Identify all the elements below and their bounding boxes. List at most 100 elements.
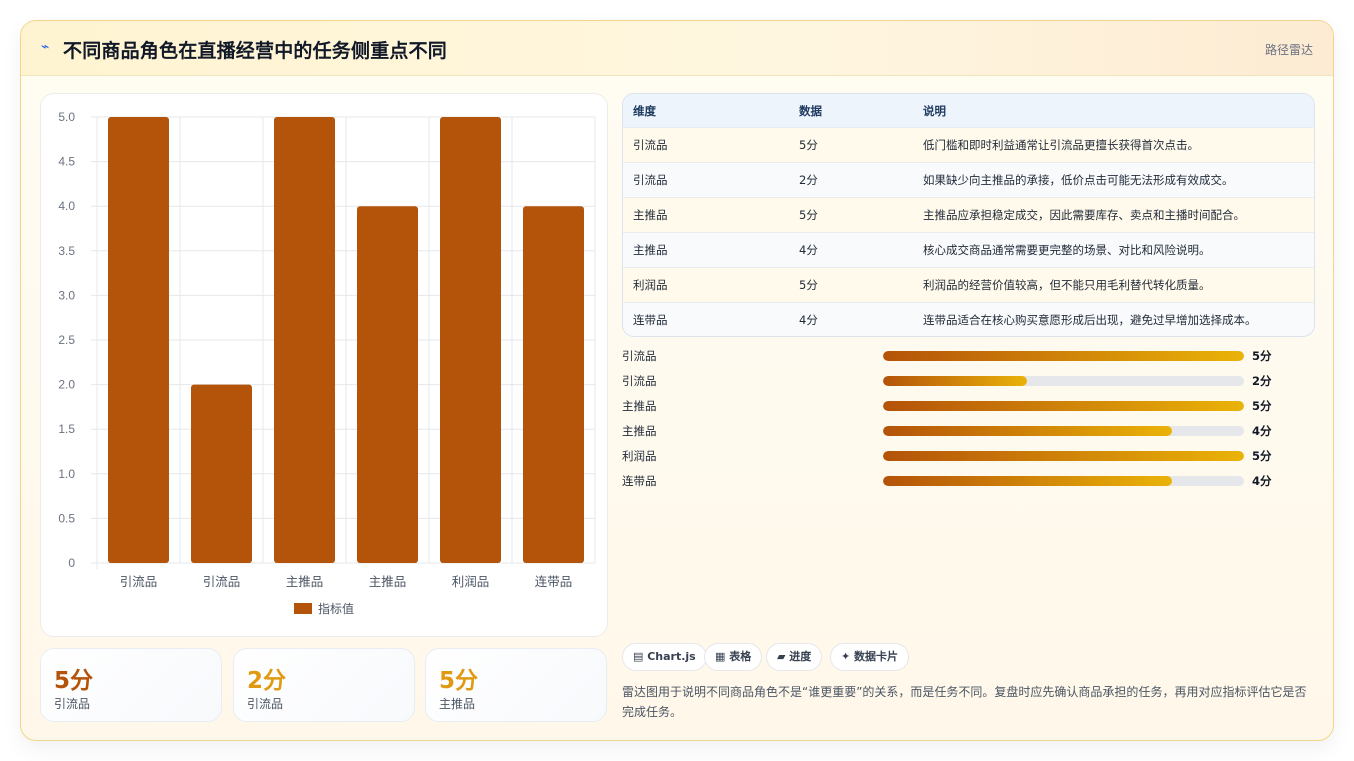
progress-value: 4分: [1252, 424, 1272, 438]
progress-label: 引流品: [622, 374, 657, 388]
progress-value: 4分: [1252, 474, 1272, 488]
progress-label: 引流品: [622, 349, 657, 363]
table-header-cell: 说明: [923, 103, 946, 118]
y-tick-label: 0.5: [58, 511, 75, 525]
stat-value: 5分: [54, 668, 94, 694]
progress-fill: [883, 376, 1028, 386]
progress-value: 2分: [1252, 374, 1272, 388]
y-tick-label: 5.0: [58, 110, 75, 124]
stat-card: 5分 引流品: [40, 648, 222, 722]
table-cell: 连带品适合在核心购买意愿形成后出现，避免过早增加选择成本。: [923, 313, 1257, 327]
table-row: 引流品 2分 如果缺少向主推品的承接，低价点击可能无法形成有效成交。: [623, 162, 1314, 197]
table-cell: 4分: [799, 243, 818, 257]
table-row: 引流品 5分 低门槛和即时利益通常让引流品更擅长获得首次点击。: [623, 127, 1314, 162]
y-tick-label: 3.5: [58, 244, 75, 258]
stat-label: 主推品: [439, 697, 476, 711]
progress-row: 主推品 5分: [622, 396, 1315, 416]
progress-row: 引流品 2分: [622, 371, 1315, 391]
bar: [274, 117, 335, 563]
table-cell: 2分: [799, 173, 818, 187]
bar: [523, 206, 584, 563]
stat-card: 5分 主推品: [425, 648, 607, 722]
card-header: ⌁ 不同商品角色在直播经营中的任务侧重点不同 路径雷达: [21, 21, 1333, 76]
bar: [440, 117, 501, 563]
progress-value: 5分: [1252, 399, 1272, 413]
bar-chart-panel: 0 0.5 1.0 1.5 2.0 2.5 3.0 3.5 4.0 4.5 5.0 引流品 引流品 主推品…: [40, 93, 608, 637]
bar: [357, 206, 418, 563]
x-tick-label: 引流品: [203, 574, 241, 589]
progress-track: [883, 401, 1244, 411]
table-cell: 如果缺少向主推品的承接，低价点击可能无法形成有效成交。: [923, 173, 1234, 187]
progress-fill: [883, 401, 1244, 411]
y-tick-label: 2.0: [58, 378, 75, 392]
y-tick-label: 0: [68, 556, 75, 570]
table-cell: 连带品: [633, 313, 668, 327]
y-tick-label: 1.0: [58, 467, 75, 481]
chip-progress[interactable]: ▰ 进度: [766, 643, 823, 671]
bar: [191, 384, 252, 563]
progress-label: 利润品: [622, 449, 657, 463]
x-tick-label: 主推品: [286, 574, 324, 589]
stat-card: 2分 引流品: [233, 648, 415, 722]
stat-value: 5分: [439, 668, 479, 694]
progress-row: 主推品 4分: [622, 421, 1315, 441]
chip-chartjs[interactable]: ▤ Chart.js: [622, 643, 707, 671]
table-cell: 引流品: [633, 138, 668, 152]
table-cell: 核心成交商品通常需要更完整的场景、对比和风险说明。: [923, 243, 1211, 257]
header-tag: 路径雷达: [1264, 43, 1313, 57]
chart-line-icon: ⌁: [41, 39, 50, 55]
bar-chart: 0 0.5 1.0 1.5 2.0 2.5 3.0 3.5 4.0 4.5 5.0 引流品 引流品 主推品…: [58, 110, 596, 616]
y-tick-label: 4.0: [58, 199, 75, 213]
progress-label: 主推品: [622, 424, 657, 438]
progress-label: 连带品: [622, 474, 657, 488]
chip-data-card[interactable]: ✦ 数据卡片: [830, 643, 910, 671]
table-cell: 5分: [799, 278, 818, 292]
table-row: 连带品 4分 连带品适合在核心购买意愿形成后出现，避免过早增加选择成本。: [623, 302, 1314, 336]
progress-fill: [883, 426, 1172, 436]
progress-row: 引流品 5分: [622, 346, 1315, 366]
table-cell: 利润品: [633, 278, 668, 292]
progress-track: [883, 476, 1244, 486]
progress-track: [883, 351, 1244, 361]
progress-track: [883, 376, 1244, 386]
progress-fill: [883, 451, 1244, 461]
x-tick-label: 连带品: [535, 574, 573, 589]
dashboard-card: ⌁ 不同商品角色在直播经营中的任务侧重点不同 路径雷达 0 0.5 1.0 1.5 2.…: [20, 20, 1334, 741]
table-row: 主推品 4分 核心成交商品通常需要更完整的场景、对比和风险说明。: [623, 232, 1314, 267]
stat-label: 引流品: [54, 697, 91, 711]
table-row: 主推品 5分 主推品应承担稳定成交，因此需要库存、卖点和主播时间配合。: [623, 197, 1314, 232]
table-cell: 5分: [799, 138, 818, 152]
progress-label: 主推品: [622, 399, 657, 413]
table-cell: 5分: [799, 208, 818, 222]
progress-value: 5分: [1252, 349, 1272, 363]
table-row: 利润品 5分 利润品的经营价值较高，但不能只用毛利替代转化质量。: [623, 267, 1314, 302]
legend-label: 指标值: [318, 601, 354, 616]
x-tick-label: 主推品: [369, 574, 407, 589]
table-header-cell: 数据: [799, 103, 822, 118]
progress-row: 利润品 5分: [622, 446, 1315, 466]
stat-label: 引流品: [247, 697, 284, 711]
y-tick-label: 1.5: [58, 422, 75, 436]
table-cell: 引流品: [633, 173, 668, 187]
page-title: 不同商品角色在直播经营中的任务侧重点不同: [63, 40, 448, 62]
data-table: 维度 数据 说明 引流品 5分 低门槛和即时利益通常让引流品更擅长获得首次点击。…: [622, 93, 1315, 337]
table-cell: 利润品的经营价值较高，但不能只用毛利替代转化质量。: [923, 278, 1211, 292]
table-cell: 4分: [799, 313, 818, 327]
chip-table[interactable]: ▦ 表格: [704, 643, 763, 671]
progress-track: [883, 451, 1244, 461]
stat-value: 2分: [247, 668, 287, 694]
footnote: 雷达图用于说明不同商品角色不是“谁更重要”的关系，而是任务不同。复盘时应先确认商…: [622, 685, 1307, 719]
table-cell: 主推品: [633, 208, 668, 222]
progress-value: 5分: [1252, 449, 1272, 463]
table-header-cell: 维度: [633, 103, 656, 118]
progress-fill: [883, 476, 1172, 486]
progress-row: 连带品 4分: [622, 471, 1315, 491]
y-tick-label: 3.0: [58, 288, 75, 302]
x-tick-label: 引流品: [120, 574, 158, 589]
progress-fill: [883, 351, 1244, 361]
y-tick-label: 4.5: [58, 155, 75, 169]
table-cell: 主推品应承担稳定成交，因此需要库存、卖点和主播时间配合。: [923, 208, 1245, 222]
bar: [108, 117, 169, 563]
table-header-row: 维度 数据 说明: [623, 94, 1314, 127]
x-tick-label: 利润品: [452, 574, 490, 589]
